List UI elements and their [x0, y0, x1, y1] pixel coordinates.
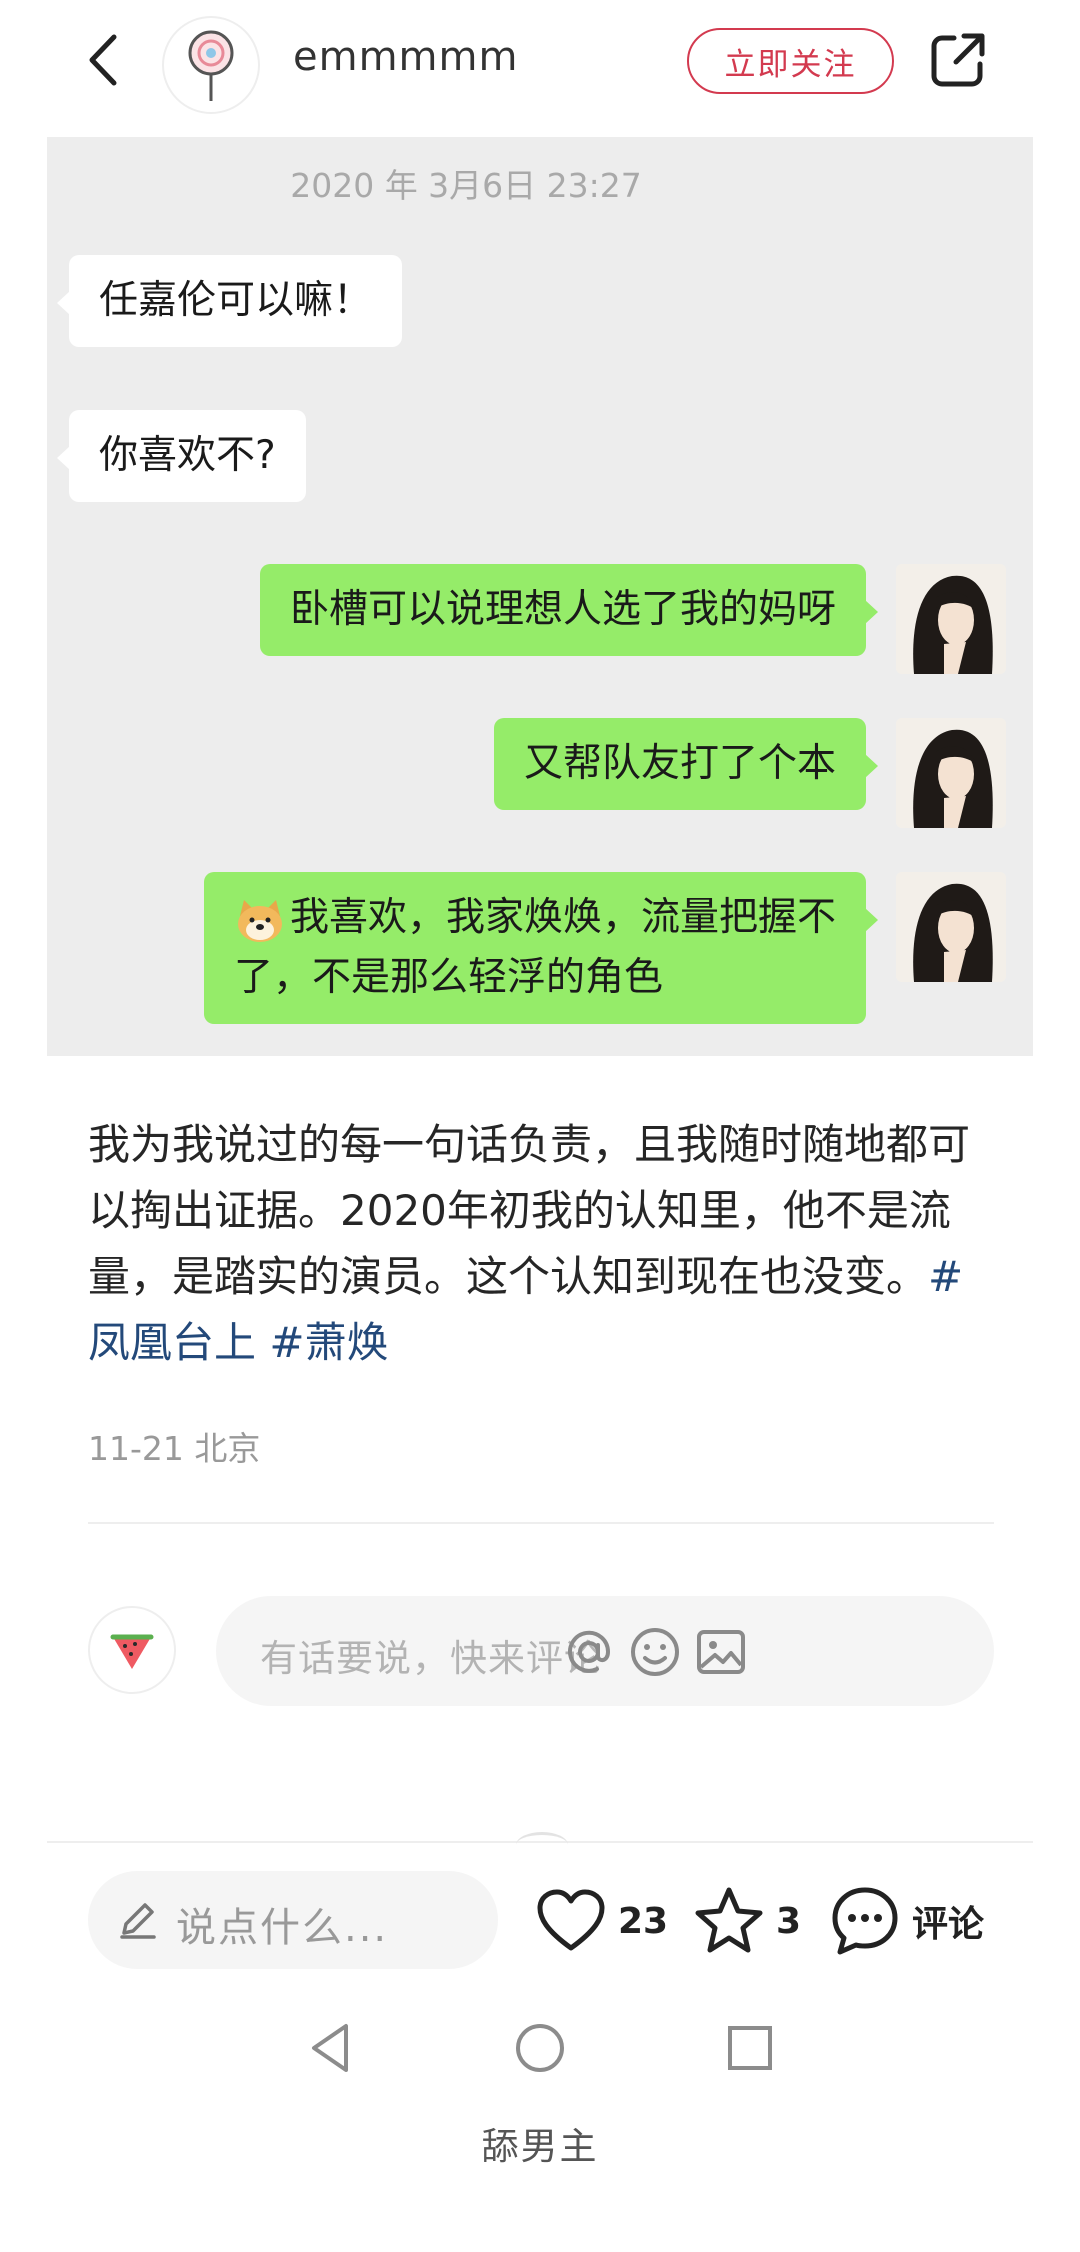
comment-input[interactable]: 有话要说，快来评论	[216, 1596, 994, 1706]
share-button[interactable]	[928, 30, 988, 90]
watermelon-icon	[110, 1634, 154, 1669]
chat-bubble-line: 了，不是那么轻浮的角色	[233, 955, 663, 1000]
favorite-count: 3	[776, 1900, 802, 1942]
nav-back-icon[interactable]	[302, 2018, 362, 2078]
lollipop-icon	[188, 30, 234, 101]
author-name[interactable]: emmmmm	[293, 34, 518, 80]
chat-bubble-sent: 我喜欢，我家焕焕，流量把握不 了，不是那么轻浮的角色	[203, 872, 879, 1024]
chat-avatar	[896, 718, 1006, 828]
top-bar: emmmmm 立即关注	[0, 0, 1080, 124]
portrait-avatar-icon	[896, 872, 1006, 982]
chat-screenshot[interactable]: 2020 年 3月6日 23:27 任嘉伦可以嘛！ 你喜欢不? 卧槽可以说理想人…	[47, 137, 1033, 1056]
chat-bubble-sent: 卧槽可以说理想人选了我的妈呀	[259, 564, 879, 656]
say-something-input[interactable]: 说点什么...	[88, 1871, 498, 1969]
post-body-text: 我为我说过的每一句话负责，且我随时随地都可以掏出证据。2020年初我的认知里，他…	[88, 1120, 971, 1301]
chat-timestamp: 2020 年 3月6日 23:27	[290, 166, 642, 205]
chat-avatar	[896, 564, 1006, 674]
nav-home-icon[interactable]	[510, 2018, 570, 2078]
chat-bubble-text: 我喜欢，我家焕焕，流量把握不	[289, 895, 836, 940]
my-avatar	[88, 1606, 176, 1694]
comment-label: 评论	[912, 1904, 985, 1945]
comment-button[interactable]: 评论	[828, 1884, 984, 1958]
chat-bubble-received: 任嘉伦可以嘛！	[56, 255, 403, 347]
post-location: 北京	[194, 1429, 261, 1468]
chat-avatar	[896, 872, 1006, 982]
watermark-label: 舔男主	[481, 2125, 599, 2168]
post-date: 11-21	[88, 1429, 184, 1468]
chat-bubble-received: 你喜欢不?	[57, 410, 306, 502]
star-icon	[695, 1887, 763, 1953]
nav-recents-icon[interactable]	[720, 2018, 780, 2078]
pencil-icon	[120, 1903, 156, 1939]
like-button[interactable]: 23	[534, 1884, 668, 1958]
system-nav-bar	[0, 2010, 1080, 2090]
chevron-left-icon	[89, 34, 117, 86]
portrait-avatar-icon	[896, 564, 1006, 674]
say-placeholder: 说点什么...	[176, 1905, 389, 1951]
back-button[interactable]	[78, 30, 128, 90]
comment-bubble-icon	[832, 1887, 898, 1955]
chat-bubble-line: 我喜欢，我家焕焕，流量把握不	[234, 888, 836, 948]
image-icon[interactable]	[694, 1625, 748, 1679]
like-count: 23	[618, 1900, 669, 1942]
doge-emoji-icon	[237, 899, 282, 942]
share-icon	[931, 33, 985, 87]
heart-icon	[537, 1889, 605, 1951]
at-mention-icon[interactable]	[562, 1625, 616, 1679]
favorite-button[interactable]: 3	[692, 1884, 801, 1958]
scroll-indicator	[516, 1832, 568, 1858]
comment-placeholder: 有话要说，快来评论	[260, 1637, 602, 1680]
chat-bubble-sent: 又帮队友打了个本	[493, 718, 879, 810]
author-avatar[interactable]	[162, 16, 260, 114]
post-text: 我为我说过的每一句话负责，且我随时随地都可以掏出证据。2020年初我的认知里，他…	[88, 1112, 1004, 1376]
portrait-avatar-icon	[896, 718, 1006, 828]
follow-button[interactable]: 立即关注	[687, 28, 894, 94]
divider	[88, 1522, 994, 1524]
post-meta: 11-21 北京	[88, 1422, 260, 1470]
hashtag-link[interactable]: #萧焕	[269, 1318, 388, 1367]
emoji-icon[interactable]	[628, 1625, 682, 1679]
